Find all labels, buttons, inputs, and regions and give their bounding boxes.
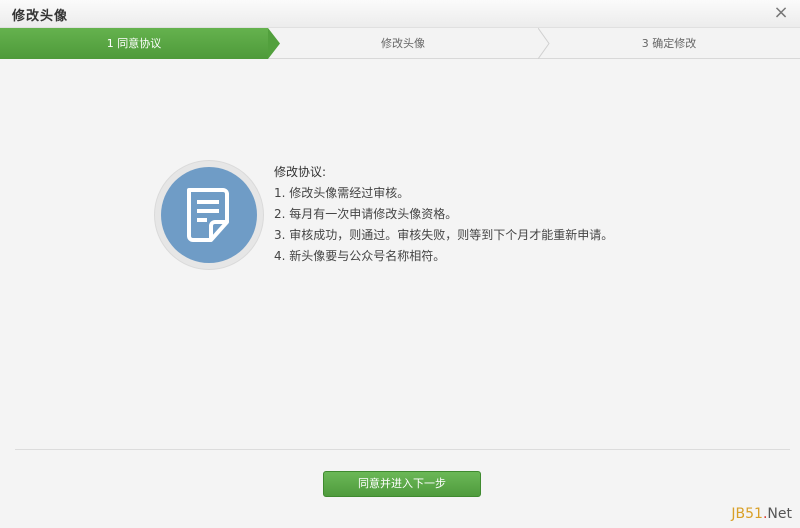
agreement-item: 4. 新头像要与公众号名称相符。 — [274, 249, 446, 263]
site-watermark: JB51.Net — [731, 506, 792, 522]
dialog-titlebar: 修改头像 × — [0, 0, 800, 28]
document-icon-badge — [154, 160, 264, 270]
agreement-item: 3. 审核成功，则通过。审核失败，则等到下个月才能重新申请。 — [274, 228, 614, 242]
agreement-panel: 修改协议: 1. 修改头像需经过审核。 2. 每月有一次申请修改头像资格。 3.… — [0, 60, 800, 450]
document-icon — [187, 188, 229, 242]
agreement-heading: 修改协议: — [274, 165, 327, 179]
footer-divider — [15, 449, 790, 450]
close-icon[interactable]: × — [772, 3, 790, 23]
dialog-title: 修改头像 — [12, 9, 69, 24]
step-separator-icon — [538, 28, 550, 59]
step-2-modify-avatar: 修改头像 — [381, 37, 425, 50]
step-arrow-icon — [268, 28, 280, 59]
agreement-text: 修改协议: 1. 修改头像需经过审核。 2. 每月有一次申请修改头像资格。 3.… — [274, 162, 613, 267]
agreement-item: 2. 每月有一次申请修改头像资格。 — [274, 207, 458, 221]
step-progress: 1 同意协议 修改头像 3 确定修改 — [0, 28, 800, 59]
agreement-item: 1. 修改头像需经过审核。 — [274, 186, 410, 200]
agree-next-button[interactable]: 同意并进入下一步 — [323, 471, 481, 497]
step-1-agree: 1 同意协议 — [0, 28, 268, 59]
step-3-confirm: 3 确定修改 — [641, 37, 697, 50]
